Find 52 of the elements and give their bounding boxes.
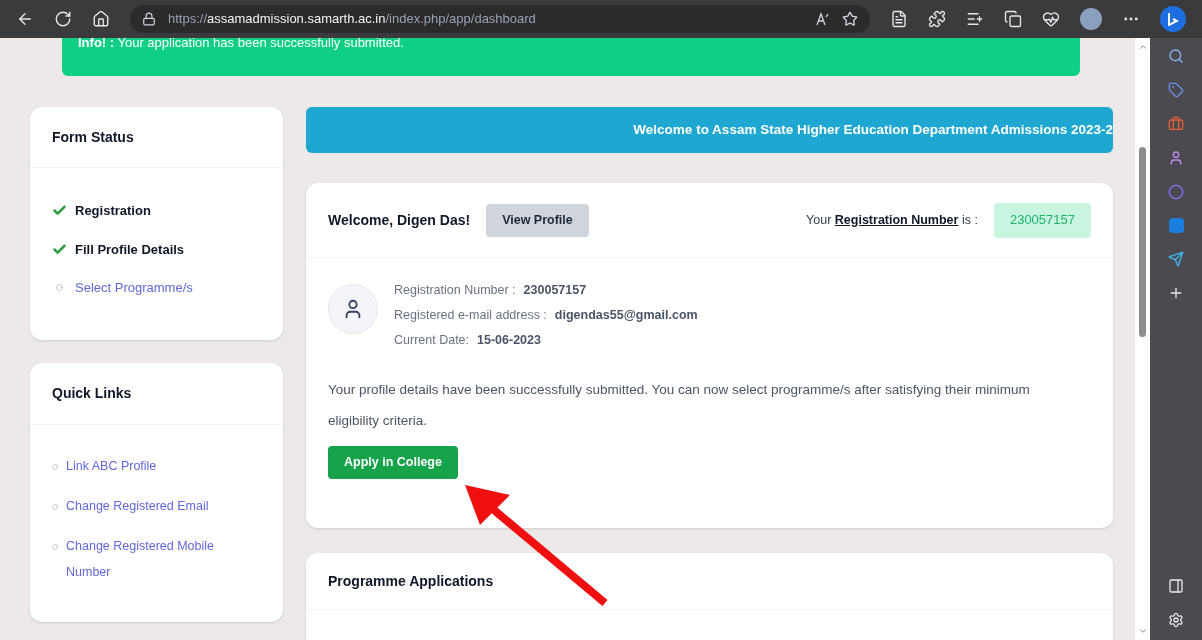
alert-text: Info! : Your application has been successfully submitted. [78, 38, 404, 48]
registration-number-badge: 230057157 [993, 202, 1091, 238]
quick-link[interactable]: Change Registered Email [66, 493, 209, 519]
favorites-icon[interactable] [966, 10, 984, 28]
greeting-text: Welcome, Digen Das! [328, 210, 471, 230]
detail-value: 15-06-2023 [477, 332, 541, 348]
banner-text: Welcome to Assam State Higher Education Department Admissions 2023-2 [633, 120, 1113, 139]
bullet-icon [52, 504, 58, 510]
apply-in-college-button[interactable]: Apply in College [328, 446, 458, 479]
quick-link[interactable]: Change Registered Mobile Number [66, 533, 261, 585]
quick-link[interactable]: Link ABC Profile [66, 453, 157, 479]
refresh-icon[interactable] [54, 10, 72, 28]
lock-icon [142, 12, 156, 26]
registration-number-link[interactable]: Registration Number [834, 212, 959, 227]
view-profile-button[interactable]: View Profile [486, 203, 589, 237]
extensions-icon[interactable] [928, 10, 946, 28]
add-icon[interactable] [1168, 285, 1184, 301]
favorite-icon[interactable] [842, 11, 858, 27]
bullet-icon [52, 544, 58, 550]
copilot-icon[interactable] [1160, 6, 1186, 32]
back-icon[interactable] [16, 10, 34, 28]
collections-icon[interactable] [1004, 10, 1022, 28]
toolbox-icon[interactable] [1168, 116, 1184, 132]
status-step: Fill Profile Details [75, 239, 185, 259]
address-bar[interactable]: https://assamadmission.samarth.ac.in/index.php/app/dashboard [130, 5, 870, 33]
document-icon[interactable] [890, 10, 908, 28]
scrollbar[interactable] [1135, 38, 1150, 640]
read-aloud-icon[interactable] [816, 12, 830, 26]
registration-number-label: Your Registration Number is : [806, 211, 978, 229]
health-icon[interactable] [1042, 10, 1060, 28]
detail-value: 230057157 [523, 282, 587, 298]
send-icon[interactable] [1168, 251, 1184, 267]
bullet-icon [52, 464, 58, 470]
card-title: Form Status [52, 127, 134, 147]
scrollbar-thumb[interactable] [1139, 147, 1146, 337]
url-text: https://assamadmission.samarth.ac.in/index.php/app/dashboard [168, 10, 536, 29]
card-title: Programme Applications [328, 571, 494, 591]
tag-icon[interactable] [1168, 82, 1184, 98]
status-step-link[interactable]: Select Programme/s [75, 278, 193, 298]
detail-label: Registered e-mail address : [394, 307, 547, 323]
detail-value: digendas55@gmail.com [554, 307, 698, 323]
home-icon[interactable] [92, 10, 110, 28]
card-title: Quick Links [52, 384, 132, 403]
settings-icon[interactable] [1168, 612, 1184, 628]
detail-label: Registration Number : [394, 282, 516, 298]
user-avatar-icon [328, 284, 378, 334]
avatar-icon[interactable] [1080, 8, 1102, 30]
search-icon[interactable] [1168, 48, 1184, 64]
panel-icon[interactable] [1168, 578, 1184, 594]
detail-label: Current Date: [394, 332, 470, 348]
profile-message: Your profile details have been successfully submitted. You can now select programme/s after satisfying their minimum eligibility criteria. [328, 381, 1031, 430]
status-step: Registration [75, 201, 151, 221]
